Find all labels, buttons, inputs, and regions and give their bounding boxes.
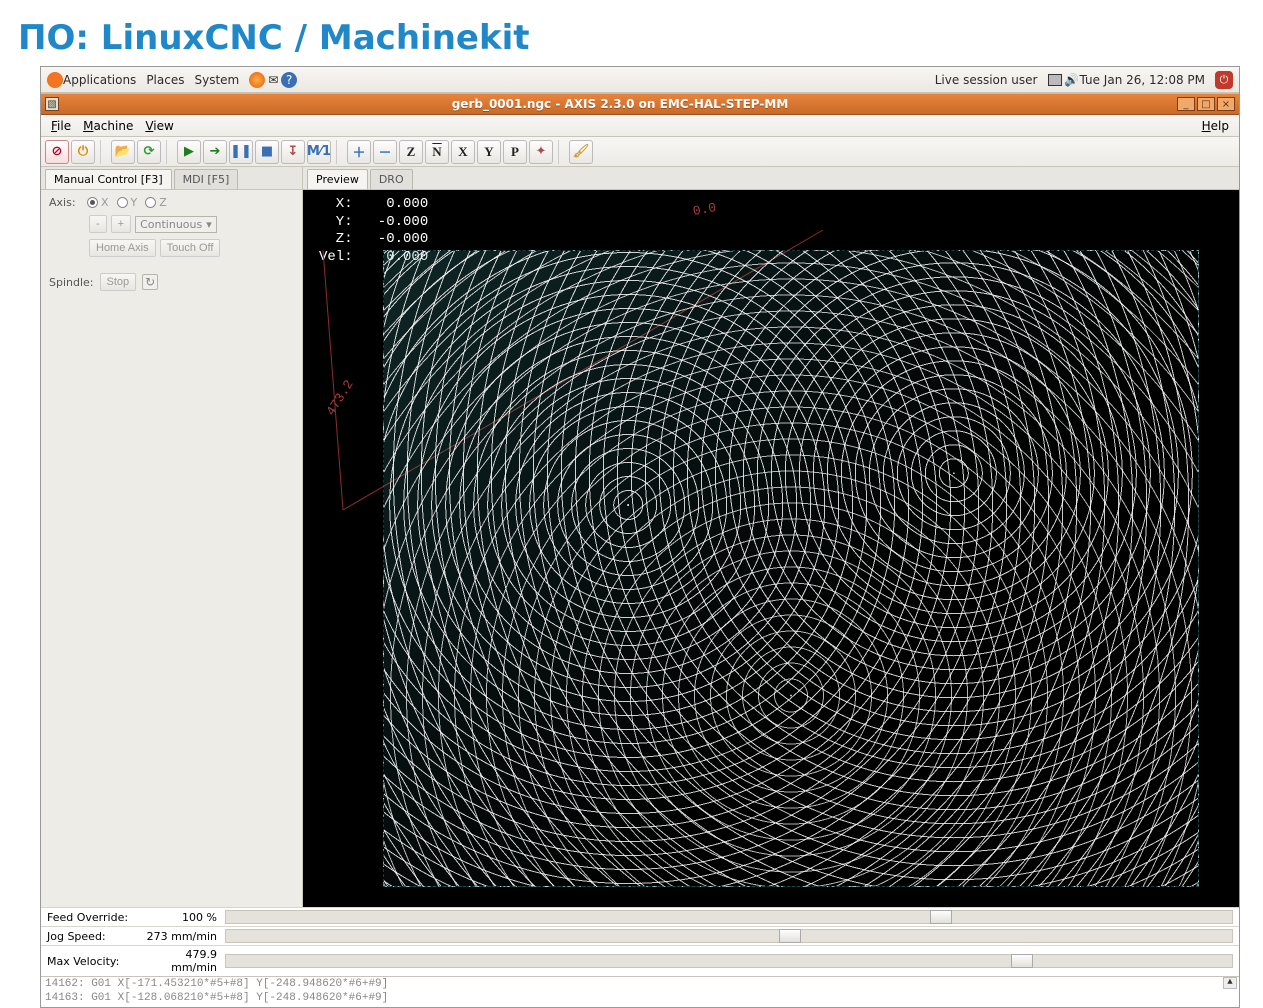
right-tabs: Preview DRO (303, 167, 1239, 190)
screenshot-frame: Applications Places System ✉ ? Live sess… (40, 66, 1240, 1008)
window-minimize-button[interactable]: _ (1177, 97, 1195, 111)
window-title-bar: ▧ gerb_0001.ngc - AXIS 2.3.0 on EMC-HAL-… (41, 93, 1239, 115)
gcode-line: 14163: G01 X[-128.068210*#5+#8] Y[-248.9… (45, 992, 1235, 1006)
scroll-up-button[interactable]: ▲ (1223, 977, 1237, 989)
jog-plus-button[interactable]: + (111, 215, 131, 233)
skip-lines-button[interactable]: ↧ (281, 140, 305, 164)
tab-mdi[interactable]: MDI [F5] (174, 169, 239, 189)
ubuntu-logo-icon (47, 72, 63, 88)
feed-override-slider[interactable] (225, 910, 1233, 924)
window-title: gerb_0001.ngc - AXIS 2.3.0 on EMC-HAL-ST… (63, 97, 1177, 111)
gcode-listing: 14162: G01 X[-171.453210*#5+#8] Y[-248.9… (41, 976, 1239, 1007)
window-maximize-button[interactable]: □ (1197, 97, 1215, 111)
left-tabs: Manual Control [F3] MDI [F5] (41, 167, 302, 190)
view-p-button[interactable]: P (503, 140, 527, 164)
toolpath-art (383, 250, 1199, 887)
jog-speed-row: Jog Speed: 273 mm/min (41, 926, 1239, 945)
perspective-button[interactable]: ✦ (529, 140, 553, 164)
feed-override-value: 100 % (137, 911, 217, 924)
power-icon[interactable]: ⏻ (1215, 71, 1233, 89)
jog-increment-value: Continuous (140, 218, 202, 231)
panel-menu-system[interactable]: System (194, 73, 239, 87)
panel-menu-applications[interactable]: Applications (63, 73, 136, 87)
preview-viewport[interactable]: X: 0.000 Y: -0.000 Z: -0.000 Vel: 0.000 … (303, 190, 1239, 907)
jog-speed-slider[interactable] (225, 929, 1233, 943)
sound-icon[interactable]: 🔊 (1063, 72, 1079, 88)
menu-bar: File Machine View Help (41, 115, 1239, 137)
axis-label: Axis: (49, 196, 79, 209)
stop-button[interactable]: ■ (255, 140, 279, 164)
window-close-button[interactable]: × (1217, 97, 1235, 111)
gcode-line: 14162: G01 X[-171.453210*#5+#8] Y[-248.9… (45, 978, 1235, 992)
feed-override-label: Feed Override: (47, 911, 137, 924)
firefox-icon[interactable] (249, 72, 265, 88)
axis-window: ▧ gerb_0001.ngc - AXIS 2.3.0 on EMC-HAL-… (41, 93, 1239, 1007)
spindle-stop-button[interactable]: Stop (100, 273, 137, 291)
estop-button[interactable]: ⊘ (45, 140, 69, 164)
panel-clock[interactable]: Tue Jan 26, 12:08 PM (1079, 73, 1205, 87)
slider-thumb[interactable] (779, 929, 801, 943)
window-menu-icon[interactable]: ▧ (45, 97, 59, 111)
slider-thumb[interactable] (1011, 954, 1033, 968)
slide-title: ПО: LinuxCNC / Machinekit (0, 0, 1263, 66)
help-icon[interactable]: ? (281, 72, 297, 88)
view-x-button[interactable]: X (451, 140, 475, 164)
axis-radio-z[interactable]: Z (145, 196, 167, 209)
spindle-label: Spindle: (49, 276, 94, 289)
toolbar: ⊘ ⏻ 📂 ⟳ ▶ ➔ ❚❚ ■ ↧ M⁄1 ＋ － Z N X Y P ✦ 🖌 (41, 137, 1239, 167)
touch-off-button[interactable]: Touch Off (160, 239, 221, 257)
tab-dro[interactable]: DRO (370, 169, 413, 189)
power-button[interactable]: ⏻ (71, 140, 95, 164)
step-button[interactable]: ➔ (203, 140, 227, 164)
max-velocity-slider[interactable] (225, 954, 1233, 968)
tab-manual-control[interactable]: Manual Control [F3] (45, 169, 172, 189)
panel-user[interactable]: Live session user (935, 73, 1038, 87)
max-velocity-value: 479.9 mm/min (137, 948, 217, 974)
run-button[interactable]: ▶ (177, 140, 201, 164)
axis-radio-y[interactable]: Y (117, 196, 138, 209)
view-y-button[interactable]: Y (477, 140, 501, 164)
axis-radio-x[interactable]: X (87, 196, 109, 209)
zoom-out-button[interactable]: － (373, 140, 397, 164)
menu-help[interactable]: Help (1196, 117, 1235, 135)
slider-thumb[interactable] (930, 910, 952, 924)
max-velocity-label: Max Velocity: (47, 955, 137, 968)
mail-icon[interactable]: ✉ (265, 72, 281, 88)
manual-control-panel: Axis: X Y Z - + Continuous ▾ H (41, 190, 302, 297)
reload-button[interactable]: ⟳ (137, 140, 161, 164)
home-axis-button[interactable]: Home Axis (89, 239, 156, 257)
open-file-button[interactable]: 📂 (111, 140, 135, 164)
gnome-top-panel: Applications Places System ✉ ? Live sess… (41, 67, 1239, 93)
optional-stop-button[interactable]: M⁄1 (307, 140, 331, 164)
left-pane: Manual Control [F3] MDI [F5] Axis: X Y Z… (41, 167, 303, 907)
monitor-icon[interactable] (1047, 72, 1063, 88)
jog-speed-value: 273 mm/min (137, 930, 217, 943)
view-n-button[interactable]: N (425, 140, 449, 164)
menu-view[interactable]: View (139, 117, 179, 135)
panel-menu-places[interactable]: Places (146, 73, 184, 87)
tab-preview[interactable]: Preview (307, 169, 368, 189)
view-z-button[interactable]: Z (399, 140, 423, 164)
zoom-in-button[interactable]: ＋ (347, 140, 371, 164)
spindle-direction-icon[interactable]: ↻ (142, 274, 158, 290)
feed-override-row: Feed Override: 100 % (41, 907, 1239, 926)
clear-plot-button[interactable]: 🖌 (569, 140, 593, 164)
right-pane: Preview DRO X: 0.000 Y: -0.000 Z: -0.000… (303, 167, 1239, 907)
max-velocity-row: Max Velocity: 479.9 mm/min (41, 945, 1239, 976)
jog-speed-label: Jog Speed: (47, 930, 137, 943)
menu-file[interactable]: File (45, 117, 77, 135)
jog-increment-select[interactable]: Continuous ▾ (135, 216, 217, 233)
chevron-down-icon: ▾ (206, 218, 212, 231)
pause-button[interactable]: ❚❚ (229, 140, 253, 164)
jog-minus-button[interactable]: - (89, 215, 107, 233)
menu-machine[interactable]: Machine (77, 117, 139, 135)
